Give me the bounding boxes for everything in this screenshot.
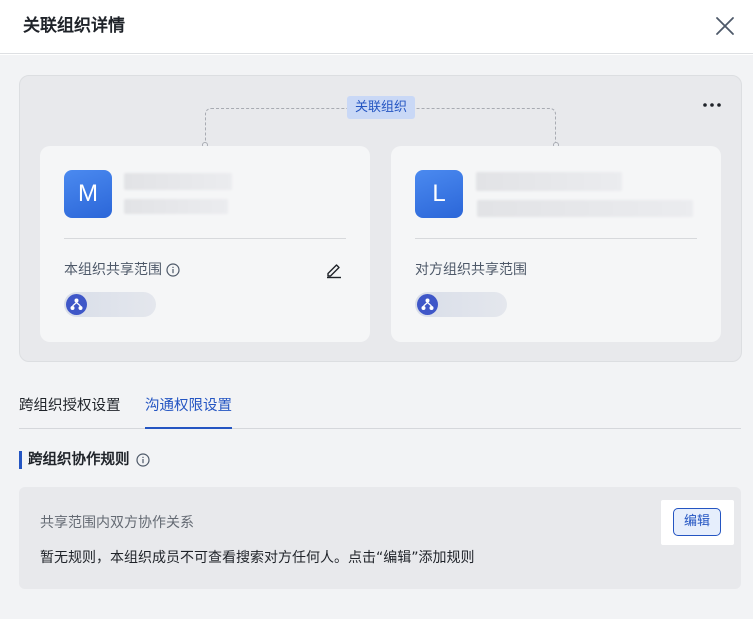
partner-org-avatar: L <box>415 170 463 218</box>
section-title-text: 跨组织协作规则 <box>28 452 130 468</box>
settings-tabs: 跨组织授权设置 沟通权限设置 <box>19 384 741 429</box>
collaboration-rule-box: 共享范围内双方协作关系 暂无规则，本组织成员不可查看搜索对方任何人。点击“编辑”… <box>19 487 741 589</box>
partner-org-id-redacted <box>477 200 693 217</box>
dialog-title: 关联组织详情 <box>23 16 125 36</box>
org-structure-icon <box>66 294 87 315</box>
own-scope-chip[interactable] <box>64 292 156 317</box>
tab-cross-org-authorization[interactable]: 跨组织授权设置 <box>19 384 121 428</box>
edit-scope-icon[interactable] <box>325 261 343 279</box>
tab-communication-permissions[interactable]: 沟通权限设置 <box>145 384 232 429</box>
own-scope-label: 本组织共享范围 <box>64 260 180 280</box>
partner-org-card: L 对方组织共享范围 <box>391 146 721 342</box>
close-icon[interactable] <box>713 14 737 38</box>
rule-description: 暂无规则，本组织成员不可查看搜索对方任何人。点击“编辑”添加规则 <box>40 550 475 566</box>
partner-org-name-redacted <box>476 172 622 191</box>
dialog-header: 关联组织详情 <box>0 0 753 54</box>
edit-rule-button[interactable]: 编辑 <box>673 508 721 536</box>
own-scope-label-text: 本组织共享范围 <box>64 262 162 278</box>
own-org-name-redacted <box>124 173 232 190</box>
relation-tag: 关联组织 <box>347 96 415 119</box>
more-options-icon[interactable] <box>700 96 724 114</box>
rule-title: 共享范围内双方协作关系 <box>40 515 194 531</box>
info-icon[interactable] <box>135 453 150 467</box>
partner-scope-label-text: 对方组织共享范围 <box>415 262 527 278</box>
card-divider <box>415 238 697 239</box>
own-org-avatar: M <box>64 170 112 218</box>
section-title: 跨组织协作规则 <box>19 451 150 469</box>
info-icon[interactable] <box>166 263 180 277</box>
own-org-id-redacted <box>124 199 228 214</box>
own-org-card: M 本组织共享范围 <box>40 146 370 342</box>
org-structure-icon <box>417 294 438 315</box>
org-relation-dialog: 关联组织详情 关联组织 M 本组织共享范围 L 对方组织共享范围 跨组织授权设置… <box>0 0 753 619</box>
card-divider <box>64 238 346 239</box>
partner-scope-chip[interactable] <box>415 292 507 317</box>
partner-scope-label: 对方组织共享范围 <box>415 260 527 280</box>
